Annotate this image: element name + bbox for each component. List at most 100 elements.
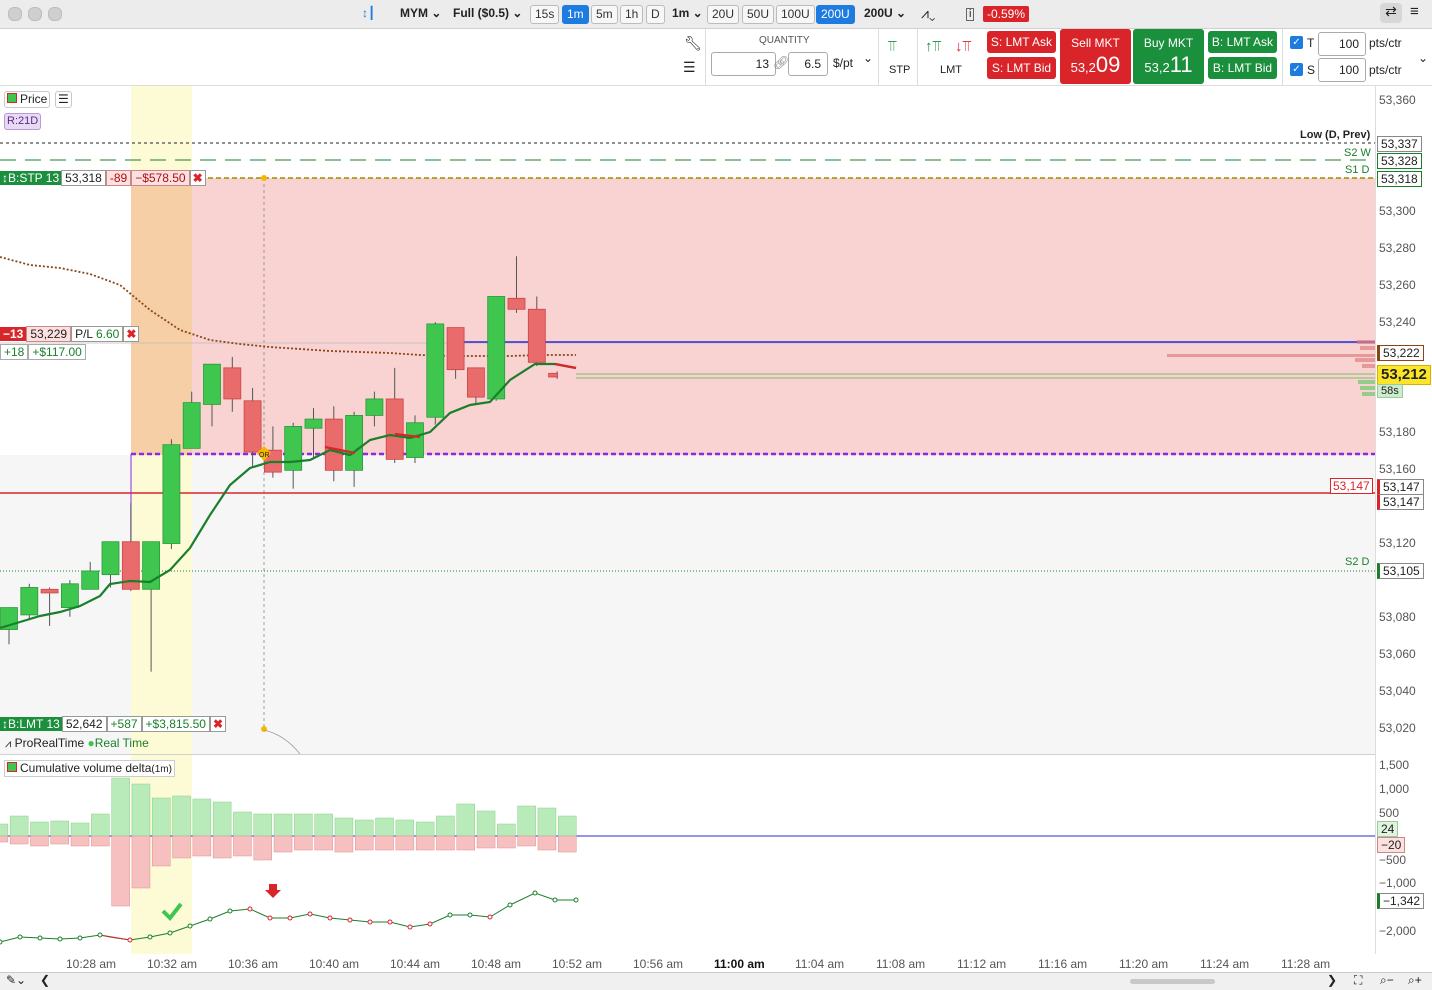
cvd-legend[interactable]: Cumulative volume delta(1m) bbox=[4, 760, 175, 777]
price-chart-area[interactable]: OR Price ☰ R:21D ↕B:STP 13 53,318 -89 −$578… bbox=[0, 86, 1375, 754]
candle-up[interactable] bbox=[20, 587, 39, 616]
order-entry-bar: 🔧︎ ☰ QUANTITY 13 🔗︎ 6.5 $/pt ⌄ ⫪ STP ↑⫪ … bbox=[0, 29, 1432, 86]
tf-1h-button[interactable]: 1h bbox=[620, 5, 644, 24]
candle-up[interactable] bbox=[162, 444, 181, 544]
stop-order-tag[interactable]: ↕B:STP 13 53,318 -89 −$578.50 ✖ bbox=[0, 170, 206, 186]
cvd-timeframe: (1m) bbox=[151, 764, 172, 775]
range-50u-button[interactable]: 50U bbox=[742, 5, 775, 24]
s2w-price-tag: 53,328 bbox=[1377, 153, 1422, 169]
target-points-input[interactable]: 100 bbox=[1318, 32, 1366, 56]
candle-down[interactable] bbox=[466, 367, 485, 398]
buy-market-button[interactable]: Buy MKT 53,211 bbox=[1133, 29, 1204, 84]
cvd-buy-bar bbox=[70, 822, 90, 837]
sell-limit-bid-button[interactable]: S: LMT Bid bbox=[987, 57, 1056, 79]
zoom-out-icon[interactable]: ⌕− bbox=[1380, 973, 1394, 988]
legend-list-button[interactable]: ☰ bbox=[55, 91, 72, 108]
candle-down[interactable] bbox=[223, 367, 242, 400]
range-20u-button[interactable]: 20U bbox=[707, 5, 740, 24]
qty-dropdown-icon[interactable]: ⌄ bbox=[863, 51, 873, 65]
stop-handle[interactable] bbox=[261, 175, 267, 181]
range-200u-button[interactable]: 200U bbox=[816, 5, 855, 24]
data-mode-selector[interactable]: Full ($0.5) ⌄ bbox=[453, 5, 522, 22]
sell-limit-icon[interactable]: ↓⫪ bbox=[955, 38, 971, 55]
scroll-left-icon[interactable]: ❮ bbox=[40, 973, 50, 987]
buy-limit-bid-button[interactable]: B: LMT Bid bbox=[1208, 57, 1277, 79]
time-axis[interactable]: 10:28 am 10:32 am 10:36 am 10:40 am 10:44 am… bbox=[0, 954, 1375, 972]
limit-order-tag[interactable]: ↕B:LMT 13 52,642 +587 +$3,815.50 ✖ bbox=[0, 716, 227, 732]
cvd-sell-bar bbox=[517, 835, 536, 847]
range-selector[interactable]: 200U ⌄ bbox=[864, 5, 906, 22]
cvd-buy-bar bbox=[50, 820, 69, 837]
range-100u-button[interactable]: 100U bbox=[776, 5, 815, 24]
close-position-icon[interactable]: ✖ bbox=[123, 326, 140, 342]
limit-handle[interactable] bbox=[261, 726, 267, 732]
time-tick-label: 10:28 am bbox=[66, 957, 117, 971]
buy-limit-ask-button[interactable]: B: LMT Ask bbox=[1208, 31, 1277, 53]
window-close-button[interactable] bbox=[8, 7, 22, 21]
tf-d-button[interactable]: D bbox=[646, 5, 665, 24]
sync-icon[interactable]: ⇄ bbox=[1380, 3, 1402, 23]
price-tick-label: 53,180 bbox=[1379, 425, 1416, 439]
wrench-icon[interactable]: 🔧︎ bbox=[684, 35, 702, 52]
candle-down[interactable] bbox=[324, 418, 343, 471]
position-tag[interactable]: −13 53,229 P/L 6.60 ✖ bbox=[0, 326, 140, 342]
drawing-tools-icon[interactable]: ⩘⌄ bbox=[921, 5, 936, 22]
sell-market-button[interactable]: Sell MKT 53,209 bbox=[1060, 29, 1131, 84]
candle-up[interactable] bbox=[61, 583, 79, 608]
fit-screen-icon[interactable]: ⛶ bbox=[1354, 973, 1362, 988]
bracket-dropdown-icon[interactable]: ⌄ bbox=[1418, 51, 1428, 65]
candle-up[interactable] bbox=[101, 541, 120, 576]
candle-up[interactable] bbox=[284, 426, 303, 471]
candle-up[interactable] bbox=[182, 402, 201, 449]
target-checkbox[interactable]: ✓ bbox=[1290, 36, 1303, 49]
chart-type-icon[interactable]: ↕┃ bbox=[362, 5, 375, 22]
candle-down[interactable] bbox=[40, 588, 59, 594]
stop-points-input[interactable]: 100 bbox=[1318, 58, 1366, 82]
candle-up[interactable] bbox=[304, 418, 323, 429]
horizontal-scrollbar-thumb[interactable] bbox=[1130, 979, 1215, 984]
time-tick-label: 10:36 am bbox=[228, 957, 279, 971]
buy-limit-icon[interactable]: ↑⫪ bbox=[925, 38, 941, 55]
cancel-stop-icon[interactable]: ✖ bbox=[189, 170, 206, 186]
candle-up[interactable] bbox=[487, 296, 506, 400]
interval-label: 1m bbox=[672, 6, 690, 20]
candle-down[interactable] bbox=[527, 308, 546, 363]
cvd-pane[interactable]: Cumulative volume delta(1m) bbox=[0, 755, 1375, 954]
tf-15s-button[interactable]: 15s bbox=[530, 5, 560, 24]
candle-down[interactable] bbox=[385, 398, 404, 460]
sell-limit-ask-button[interactable]: S: LMT Ask bbox=[987, 31, 1056, 53]
candle-up[interactable] bbox=[406, 422, 424, 458]
stop-order-name: B:STP 13 bbox=[8, 171, 60, 185]
candle-down[interactable] bbox=[243, 400, 262, 453]
symbol-selector[interactable]: MYM ⌄ bbox=[400, 5, 441, 22]
cvd-point bbox=[97, 932, 103, 938]
candle-up[interactable] bbox=[345, 415, 364, 471]
scroll-right-icon[interactable]: ❯ bbox=[1327, 973, 1337, 987]
candle-up[interactable] bbox=[365, 398, 384, 416]
zoom-in-icon[interactable]: ⌕+ bbox=[1408, 973, 1422, 988]
cvd-buy-bar bbox=[355, 819, 374, 837]
candle-down[interactable] bbox=[446, 327, 465, 371]
cancel-limit-icon[interactable]: ✖ bbox=[209, 716, 227, 732]
window-zoom-button[interactable] bbox=[48, 7, 62, 21]
candle-up[interactable] bbox=[81, 570, 100, 590]
interval-selector[interactable]: 1m ⌄ bbox=[672, 5, 703, 22]
volume-profile-bar bbox=[1360, 386, 1375, 390]
candle-up[interactable] bbox=[426, 323, 445, 418]
candle-down[interactable] bbox=[548, 372, 558, 378]
candle-up[interactable] bbox=[203, 363, 221, 405]
tf-5m-button[interactable]: 5m bbox=[591, 5, 618, 24]
tf-1m-button[interactable]: 1m bbox=[562, 5, 589, 24]
stop-checkbox[interactable]: ✓ bbox=[1290, 63, 1303, 76]
candle-down[interactable] bbox=[507, 297, 526, 310]
list-settings-icon[interactable]: ☰ bbox=[683, 59, 696, 76]
dollar-per-point-input[interactable]: 6.5 bbox=[788, 52, 828, 76]
window-minimize-button[interactable] bbox=[28, 7, 42, 21]
draw-tool-icon[interactable]: ✎⌄ bbox=[6, 973, 26, 987]
stop-order-icon[interactable]: ⫪ bbox=[888, 38, 896, 55]
menu-icon[interactable]: ≡ bbox=[1410, 3, 1419, 20]
cvd-point bbox=[407, 924, 413, 930]
quantity-input[interactable]: 13 bbox=[711, 52, 776, 76]
price-toggle-button[interactable]: Price bbox=[4, 91, 51, 108]
info-icon[interactable]: i bbox=[966, 8, 975, 21]
